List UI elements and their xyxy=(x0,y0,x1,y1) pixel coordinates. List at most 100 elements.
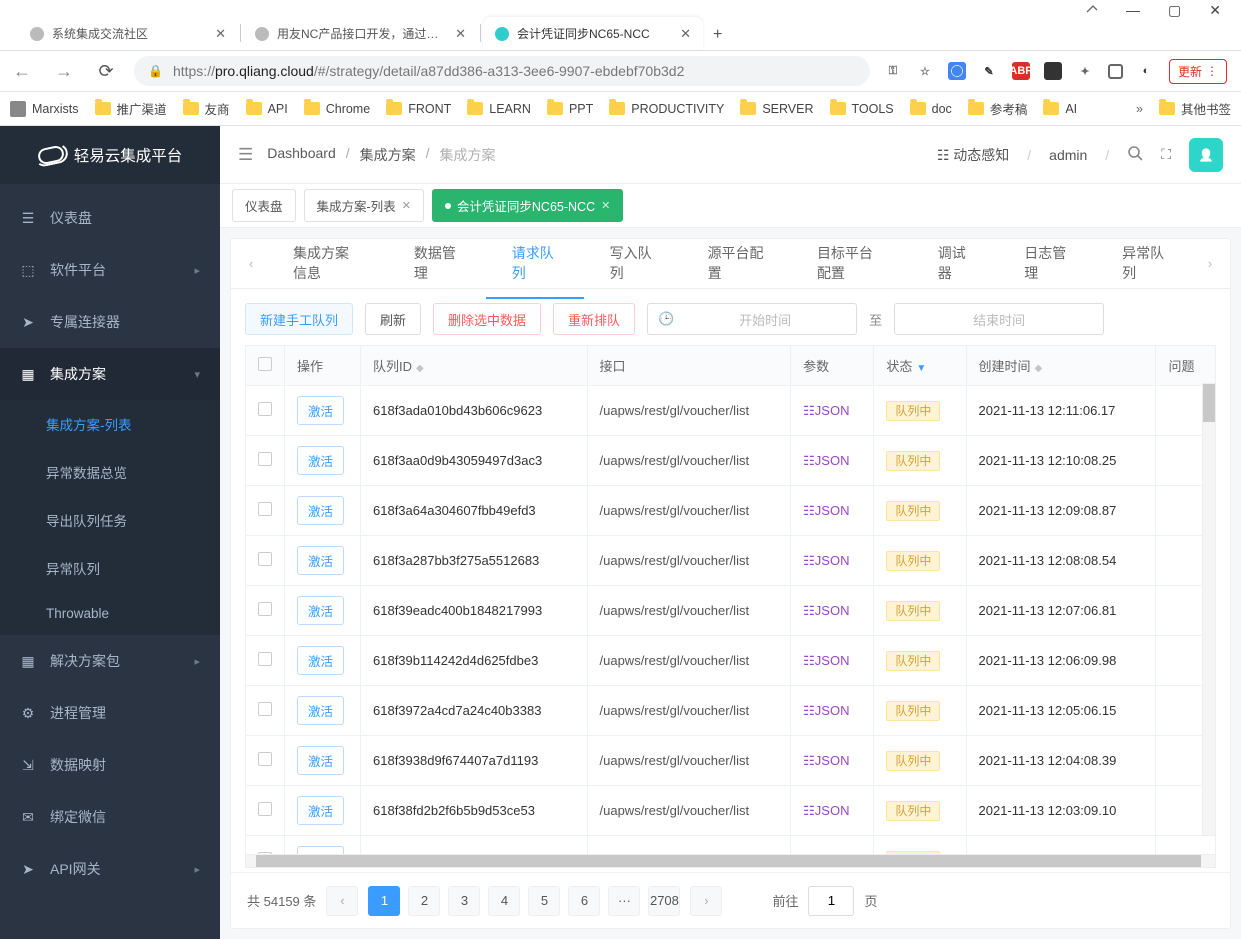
inner-tab[interactable]: 写入队列 xyxy=(584,229,682,299)
window-maximize[interactable]: ▢ xyxy=(1168,2,1181,16)
sort-desc-icon[interactable]: ▼ xyxy=(916,363,926,374)
col-header[interactable]: 状态▼ xyxy=(874,346,966,386)
bookmark-folder[interactable]: PPT xyxy=(547,99,593,118)
sidebar-item[interactable]: ▦集成方案▾ xyxy=(0,348,220,400)
row-checkbox[interactable] xyxy=(258,602,272,616)
col-header[interactable]: 创建时间◆ xyxy=(966,346,1156,386)
page-number[interactable]: 2708 xyxy=(648,886,680,916)
bookmark-folder[interactable]: 参考稿 xyxy=(968,99,1028,118)
inner-tab[interactable]: 数据管理 xyxy=(388,229,486,299)
tab-close-icon[interactable]: ✕ xyxy=(680,26,691,42)
refresh-button[interactable]: 刷新 xyxy=(365,303,421,335)
address-bar[interactable]: 🔒 https://pro.qliang.cloud/#/strategy/de… xyxy=(134,56,870,86)
row-checkbox[interactable] xyxy=(258,452,272,466)
sidebar-item[interactable]: ⚙进程管理 xyxy=(0,687,220,739)
activate-button[interactable]: 激活 xyxy=(297,796,344,825)
inner-tab[interactable]: 请求队列 xyxy=(486,229,584,299)
bookmarks-more-icon[interactable]: » xyxy=(1136,102,1143,116)
bookmark-folder[interactable]: 友商 xyxy=(183,99,230,118)
new-tab-button[interactable]: + xyxy=(703,20,732,50)
page-next-button[interactable]: › xyxy=(690,886,722,916)
bookmark-folder[interactable]: 推广渠道 xyxy=(95,99,167,118)
bookmark-folder[interactable]: AI xyxy=(1043,99,1077,118)
activate-button[interactable]: 激活 xyxy=(297,396,344,425)
sidebar-subitem[interactable]: 异常队列 xyxy=(0,544,220,592)
page-tab[interactable]: 集成方案-列表✕ xyxy=(304,189,424,222)
abp-icon[interactable]: ABP xyxy=(1012,62,1030,80)
inner-tab[interactable]: 源平台配置 xyxy=(682,229,791,299)
inner-tab[interactable]: 调试器 xyxy=(912,229,998,299)
awareness-link[interactable]: ☷ 动态感知 xyxy=(937,145,1009,165)
sidebar-item[interactable]: ⬚软件平台▸ xyxy=(0,244,220,296)
bookmark-marxists[interactable]: Marxists xyxy=(10,101,79,117)
star-icon[interactable]: ☆ xyxy=(916,62,934,80)
activate-button[interactable]: 激活 xyxy=(297,496,344,525)
inner-tab[interactable]: 日志管理 xyxy=(998,229,1096,299)
checkbox-all[interactable] xyxy=(258,357,272,371)
col-header[interactable]: 队列ID◆ xyxy=(361,346,588,386)
fullscreen-icon[interactable]: ⛶ xyxy=(1161,146,1171,163)
sidebar-subitem[interactable]: 导出队列任务 xyxy=(0,496,220,544)
row-checkbox[interactable] xyxy=(258,552,272,566)
search-icon[interactable] xyxy=(1127,145,1143,164)
page-number[interactable]: 3 xyxy=(448,886,480,916)
cell-params[interactable]: ☷JSON xyxy=(791,486,874,536)
close-icon[interactable]: ✕ xyxy=(402,199,411,212)
close-icon[interactable]: ✕ xyxy=(601,199,610,212)
cell-params[interactable]: ☷JSON xyxy=(791,536,874,586)
sidebar-subitem[interactable]: Throwable xyxy=(0,592,220,635)
nav-back-icon[interactable]: ← xyxy=(8,61,36,82)
sidebar-subitem[interactable]: 异常数据总览 xyxy=(0,448,220,496)
bookmark-folder[interactable]: Chrome xyxy=(304,99,370,118)
row-checkbox[interactable] xyxy=(258,502,272,516)
page-number[interactable]: 1 xyxy=(368,886,400,916)
bookmark-folder[interactable]: SERVER xyxy=(740,99,813,118)
crumb-strategy[interactable]: 集成方案 xyxy=(360,145,416,165)
window-minimize-icon[interactable] xyxy=(1086,2,1098,16)
update-button[interactable]: 更新⋮ xyxy=(1169,59,1227,84)
user-name[interactable]: admin xyxy=(1049,147,1087,163)
translate-icon[interactable] xyxy=(948,62,966,80)
horizontal-scrollbar[interactable] xyxy=(245,854,1216,868)
row-checkbox[interactable] xyxy=(258,402,272,416)
inner-tab[interactable]: 集成方案信息 xyxy=(267,229,388,299)
bookmark-folder[interactable]: TOOLS xyxy=(830,99,894,118)
page-number[interactable]: 5 xyxy=(528,886,560,916)
resort-button[interactable]: 重新排队 xyxy=(553,303,635,335)
extensions-icon[interactable]: ✦ xyxy=(1076,62,1094,80)
nav-reload-icon[interactable]: ⟳ xyxy=(92,61,120,82)
sidebar-item[interactable]: ➤专属连接器 xyxy=(0,296,220,348)
cell-params[interactable]: ☷JSON xyxy=(791,736,874,786)
page-tab[interactable]: 会计凭证同步NC65-NCC✕ xyxy=(432,189,623,222)
ext-box-icon[interactable] xyxy=(1108,64,1123,79)
sidebar-subitem[interactable]: 集成方案-列表 xyxy=(0,400,220,448)
goto-page-input[interactable] xyxy=(808,886,854,916)
bookmark-folder[interactable]: PRODUCTIVITY xyxy=(609,99,724,118)
window-minimize[interactable]: — xyxy=(1126,2,1140,16)
row-checkbox[interactable] xyxy=(258,752,272,766)
crumb-dashboard[interactable]: Dashboard xyxy=(267,145,336,165)
tabs-scroll-left-icon[interactable]: ‹ xyxy=(235,256,267,271)
window-close[interactable]: ✕ xyxy=(1209,2,1221,16)
sort-icon[interactable]: ◆ xyxy=(1035,363,1043,374)
avatar[interactable] xyxy=(1189,138,1223,172)
bookmark-folder[interactable]: LEARN xyxy=(467,99,531,118)
col-header[interactable] xyxy=(246,346,285,386)
activate-button[interactable]: 激活 xyxy=(297,546,344,575)
row-checkbox[interactable] xyxy=(258,702,272,716)
activate-button[interactable]: 激活 xyxy=(297,846,344,854)
cell-params[interactable]: ☷JSON xyxy=(791,836,874,855)
bookmark-folder[interactable]: API xyxy=(246,99,288,118)
new-queue-button[interactable]: 新建手工队列 xyxy=(245,303,353,335)
inner-tab[interactable]: 目标平台配置 xyxy=(791,229,912,299)
sidebar-item[interactable]: ➤API网关▸ xyxy=(0,843,220,895)
vertical-scrollbar[interactable] xyxy=(1202,383,1216,836)
tab-close-icon[interactable]: ✕ xyxy=(455,26,466,42)
cell-params[interactable]: ☷JSON xyxy=(791,686,874,736)
sidebar-item[interactable]: ☰仪表盘 xyxy=(0,192,220,244)
delete-selected-button[interactable]: 删除选中数据 xyxy=(433,303,541,335)
cell-params[interactable]: ☷JSON xyxy=(791,636,874,686)
key-icon[interactable]: ⚿ xyxy=(884,62,902,80)
sidebar-item[interactable]: ▦解决方案包▸ xyxy=(0,635,220,687)
browser-tab[interactable]: 用友NC产品接口开发，通过轻易✕ xyxy=(243,17,478,50)
